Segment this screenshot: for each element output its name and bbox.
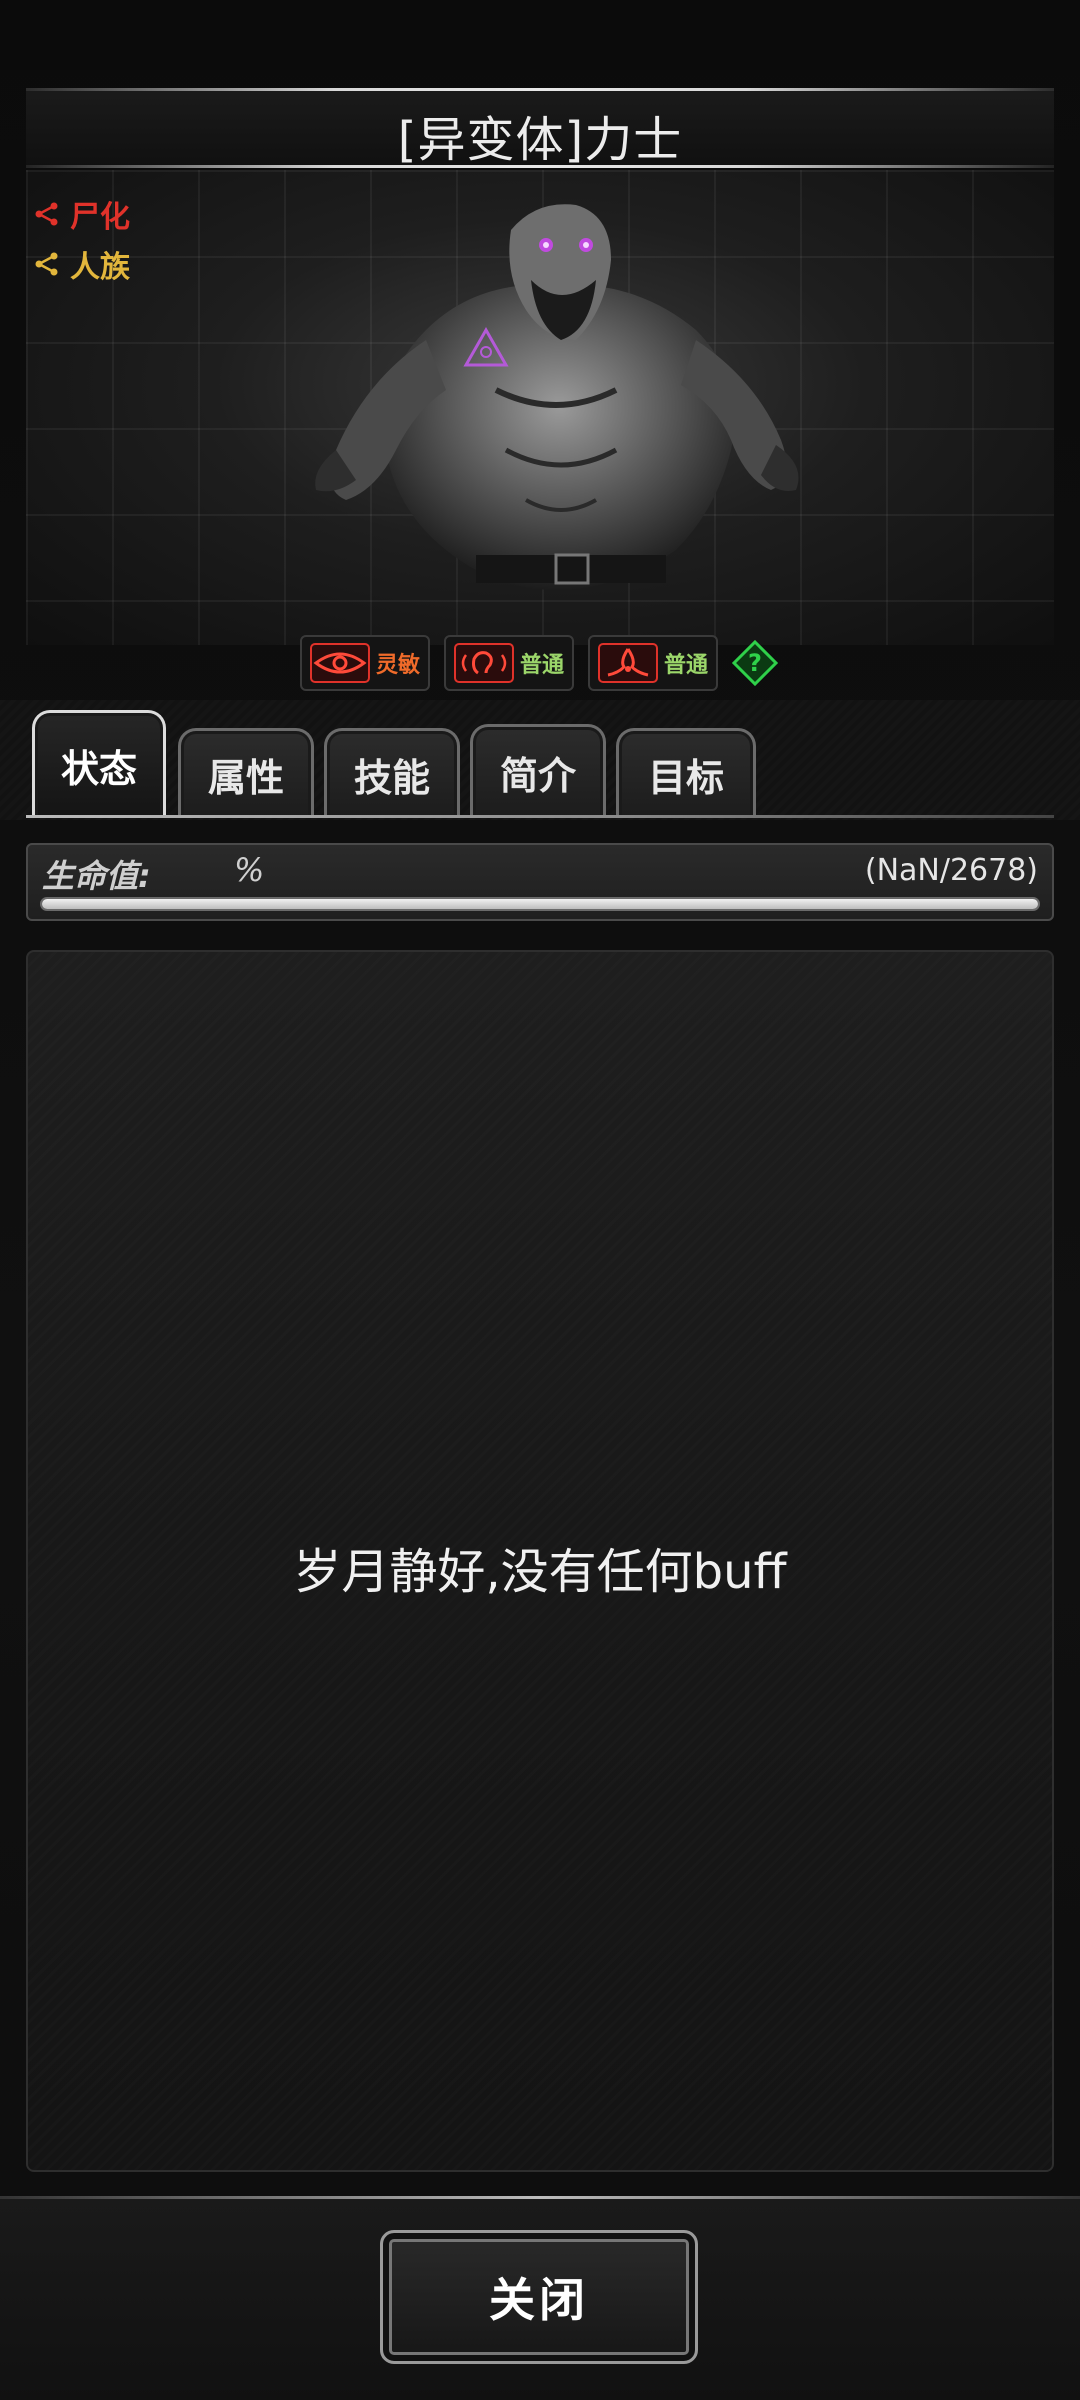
tab-targets[interactable]: 目标 xyxy=(616,728,756,818)
status-buff-panel: 岁月静好,没有任何buff xyxy=(26,950,1054,2172)
tab-label: 目标 xyxy=(647,756,724,800)
tag-infected[interactable]: 尸化 xyxy=(34,192,130,236)
trait-hearing[interactable]: 普通 xyxy=(444,635,574,691)
hp-percent: % xyxy=(234,851,265,889)
trait-hearing-label: 普通 xyxy=(519,653,564,678)
mutant-brute-image xyxy=(315,204,799,590)
title-divider-top xyxy=(26,88,1054,91)
tab-label: 简介 xyxy=(499,754,576,798)
tab-label: 状态 xyxy=(60,747,137,791)
tab-intro[interactable]: 简介 xyxy=(470,724,606,818)
tab-baseline xyxy=(26,815,1054,818)
hp-bar xyxy=(40,897,1040,911)
question-icon[interactable]: ? xyxy=(732,640,778,686)
monster-info-screen: [异变体]力士 尸化 人族 灵敏 普通 普通 ? 状态 属性 技能 简介 目标 … xyxy=(0,0,1080,2400)
footer-divider xyxy=(0,2196,1080,2199)
trait-smell-label: 普通 xyxy=(663,653,708,678)
empty-buff-message: 岁月静好,没有任何buff xyxy=(293,1544,787,1600)
hp-panel: 生命值: % (NaN/2678) xyxy=(26,843,1054,921)
hp-label: 生命值: xyxy=(42,857,151,895)
close-button-label: 关闭 xyxy=(489,2273,589,2327)
tab-skills[interactable]: 技能 xyxy=(324,728,460,818)
tab-label: 技能 xyxy=(353,756,430,800)
trait-vision[interactable]: 灵敏 xyxy=(300,635,430,691)
tab-attributes[interactable]: 属性 xyxy=(178,728,314,818)
tab-label: 属性 xyxy=(207,756,284,800)
trait-vision-label: 灵敏 xyxy=(375,653,420,678)
hp-bar-fill xyxy=(42,899,1038,909)
close-button[interactable]: 关闭 xyxy=(380,2230,698,2364)
footer: 关闭 xyxy=(0,2196,1080,2400)
hearing-icon xyxy=(454,643,514,683)
share-node-icon xyxy=(35,252,58,276)
tag-human-race[interactable]: 人族 xyxy=(34,242,130,286)
svg-text:?: ? xyxy=(748,649,762,677)
hp-value: (NaN/2678) xyxy=(864,853,1038,888)
tag-label: 尸化 xyxy=(70,200,130,235)
scent-icon xyxy=(598,643,658,683)
trait-smell[interactable]: 普通 xyxy=(588,635,718,691)
eye-icon xyxy=(310,643,370,683)
monster-portrait: 尸化 人族 xyxy=(26,170,1054,645)
tag-label: 人族 xyxy=(70,250,130,285)
page-title: [异变体]力士 xyxy=(397,112,683,168)
title-bar: [异变体]力士 xyxy=(26,88,1054,168)
tab-status[interactable]: 状态 xyxy=(32,710,166,818)
share-node-icon xyxy=(35,202,58,226)
title-divider-bottom xyxy=(26,165,1054,168)
